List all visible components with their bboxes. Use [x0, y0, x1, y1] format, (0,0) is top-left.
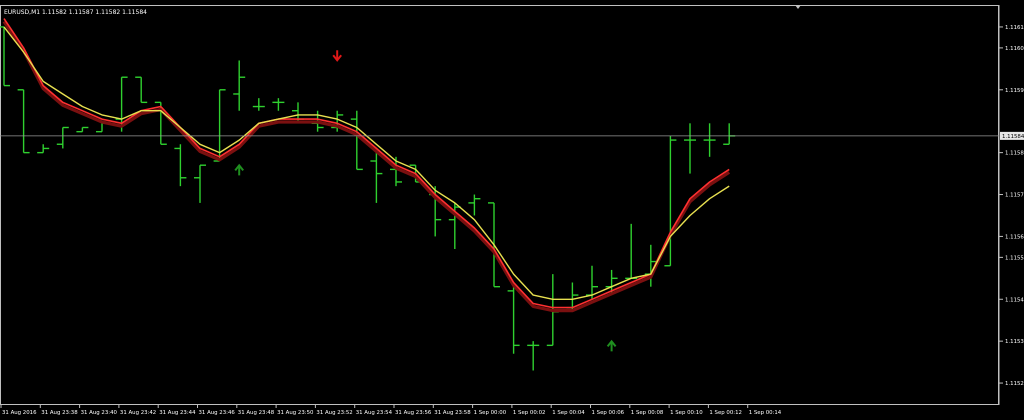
x-tick-label: 31 Aug 23:44: [159, 410, 196, 416]
x-tick-label: 31 Aug 23:58: [434, 410, 471, 416]
x-tick-label: 31 Aug 23:52: [316, 410, 352, 416]
x-tick-label: 31 Aug 23:48: [238, 410, 275, 416]
x-tick-label: 1 Sep 00:14: [749, 410, 782, 416]
chart-background: [0, 0, 1024, 420]
x-tick-label: 31 Aug 2016: [2, 410, 37, 416]
y-tick-label: 1.11525: [1005, 381, 1024, 387]
y-tick-label: 1.11605: [1005, 46, 1024, 52]
x-tick-label: 1 Sep 00:08: [631, 410, 664, 416]
x-tick-label: 31 Aug 23:42: [120, 410, 156, 416]
x-tick-label: 31 Aug 23:38: [41, 410, 78, 416]
y-tick-label: 1.11570: [1005, 193, 1024, 199]
x-tick-label: 31 Aug 23:54: [356, 410, 393, 416]
chart-canvas[interactable]: EURUSD,M1 1.11582 1.11587 1.11582 1.1158…: [0, 0, 1024, 420]
x-tick-label: 1 Sep 00:02: [513, 410, 546, 416]
x-tick-label: 1 Sep 00:00: [474, 410, 507, 416]
y-tick-label: 1.11535: [1005, 339, 1024, 345]
x-tick-label: 31 Aug 23:50: [277, 410, 314, 416]
y-tick-label: 1.11555: [1005, 255, 1024, 261]
x-tick-label: 1 Sep 00:12: [709, 410, 742, 416]
y-tick-label: 1.11610: [1005, 25, 1024, 31]
x-tick-label: 1 Sep 00:06: [592, 410, 625, 416]
y-tick-label: 1.11580: [1005, 151, 1024, 157]
x-tick-label: 31 Aug 23:40: [81, 410, 118, 416]
current-price-label: 1.11584: [1002, 134, 1024, 140]
x-tick-label: 1 Sep 00:10: [670, 410, 703, 416]
x-tick-label: 31 Aug 23:56: [395, 410, 432, 416]
y-tick-label: 1.11595: [1005, 88, 1024, 94]
y-tick-label: 1.11545: [1005, 297, 1024, 303]
x-tick-label: 31 Aug 23:46: [199, 410, 236, 416]
y-tick-label: 1.11560: [1005, 234, 1024, 240]
x-tick-label: 1 Sep 00:04: [552, 410, 585, 416]
chart-title: EURUSD,M1 1.11582 1.11587 1.11582 1.1158…: [4, 9, 147, 16]
